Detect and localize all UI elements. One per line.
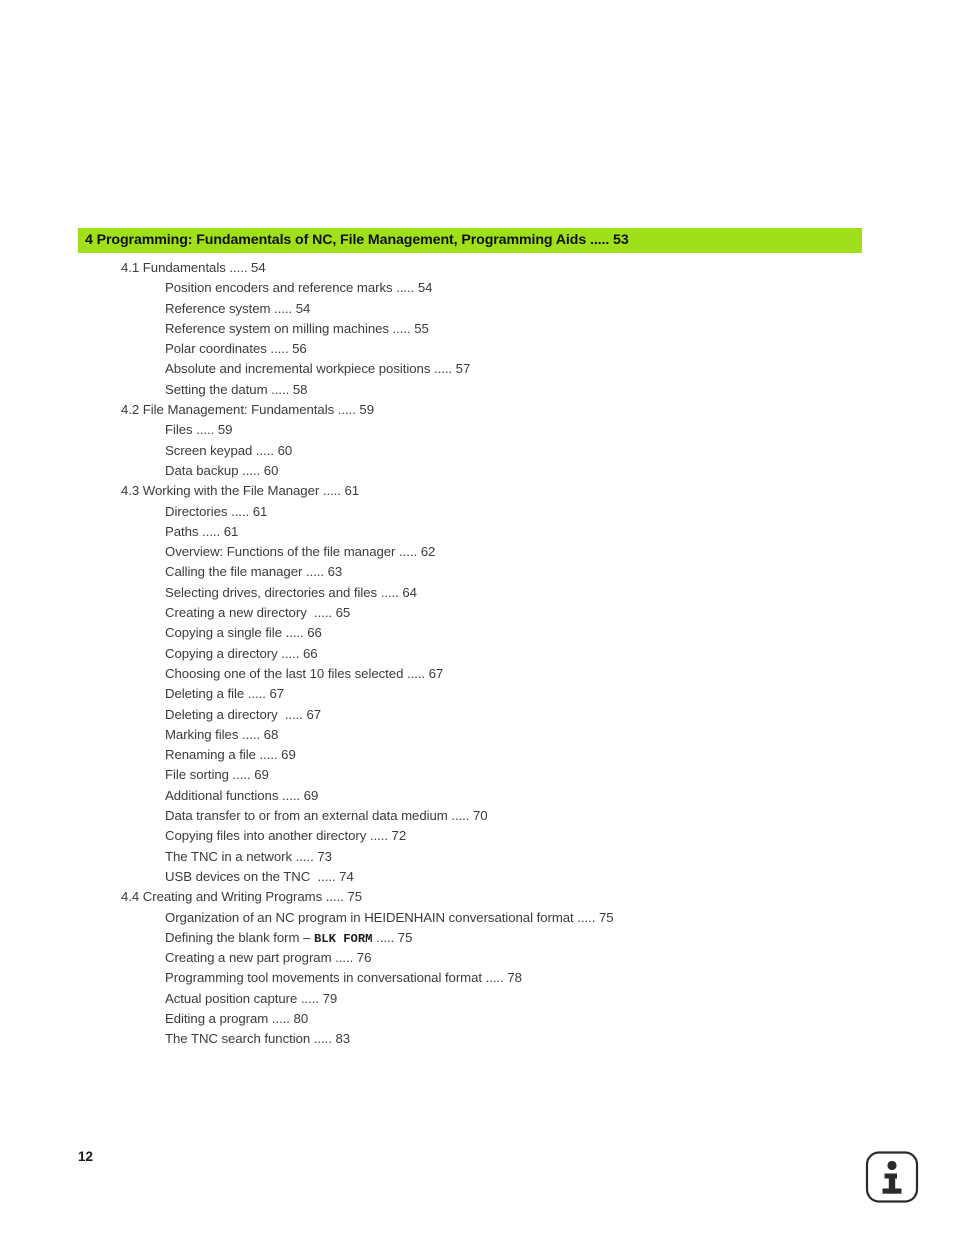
toc-entry-label: 4.3 Working with the File Manager ..... … bbox=[121, 483, 360, 499]
toc-entry-label: Position encoders and reference marks ..… bbox=[165, 280, 433, 296]
toc-subsection-entry[interactable]: Deleting a file ..... 67 bbox=[0, 684, 954, 704]
toc-subsection-entry[interactable]: Reference system on milling machines ...… bbox=[0, 319, 954, 339]
toc-subsection-entry[interactable]: Deleting a directory ..... 67 bbox=[0, 705, 954, 725]
toc-entry-label: USB devices on the TNC ..... 74 bbox=[165, 868, 354, 884]
toc-entry-label: 4.4 Creating and Writing Programs ..... … bbox=[121, 889, 363, 905]
toc-subsection-entry[interactable]: Setting the datum ..... 58 bbox=[0, 380, 954, 400]
toc-subsection-entry[interactable]: Paths ..... 61 bbox=[0, 522, 954, 542]
toc-section-entry[interactable]: 4.4 Creating and Writing Programs ..... … bbox=[0, 887, 954, 907]
toc-entry-label: Actual position capture ..... 79 bbox=[165, 990, 338, 1006]
toc-entry-label: Editing a program ..... 80 bbox=[165, 1010, 309, 1026]
table-of-contents: 4.1 Fundamentals ..... 54 Position encode… bbox=[0, 258, 954, 1050]
toc-entry-label: Selecting drives, directories and files … bbox=[165, 584, 417, 600]
chapter-heading-band: 4 Programming: Fundamentals of NC, File … bbox=[78, 228, 862, 253]
toc-subsection-entry[interactable]: Additional functions ..... 69 bbox=[0, 786, 954, 806]
toc-subsection-entry[interactable]: Selecting drives, directories and files … bbox=[0, 583, 954, 603]
toc-entry-label: Data transfer to or from an external dat… bbox=[165, 808, 488, 824]
toc-entry-label: Deleting a file ..... 67 bbox=[165, 686, 285, 702]
chapter-heading-title: 4 Programming: Fundamentals of NC, File … bbox=[85, 232, 629, 249]
toc-subsection-entry[interactable]: Editing a program ..... 80 bbox=[0, 1009, 954, 1029]
toc-subsection-entry[interactable]: Choosing one of the last 10 files select… bbox=[0, 664, 954, 684]
toc-entry-label: Directories ..... 61 bbox=[165, 503, 268, 519]
toc-entry-label: Copying a single file ..... 66 bbox=[165, 625, 322, 641]
toc-entry-label: Polar coordinates ..... 56 bbox=[165, 341, 307, 357]
toc-subsection-entry[interactable]: Programming tool movements in conversati… bbox=[0, 968, 954, 988]
toc-entry-label: Files ..... 59 bbox=[165, 422, 233, 438]
toc-subsection-entry[interactable]: Directories ..... 61 bbox=[0, 502, 954, 522]
toc-entry-label: 4.2 File Management: Fundamentals ..... … bbox=[121, 402, 374, 418]
toc-entry-label: Reference system ..... 54 bbox=[165, 300, 311, 316]
toc-section-entry[interactable]: 4.3 Working with the File Manager ..... … bbox=[0, 481, 954, 501]
information-icon bbox=[864, 1150, 920, 1205]
toc-entry-label: Creating a new part program ..... 76 bbox=[165, 950, 372, 966]
page-number: 12 bbox=[78, 1149, 94, 1164]
toc-entry-label: Renaming a file ..... 69 bbox=[165, 747, 296, 763]
toc-entry-label: Screen keypad ..... 60 bbox=[165, 442, 293, 458]
toc-subsection-entry[interactable]: Renaming a file ..... 69 bbox=[0, 745, 954, 765]
toc-entry-label: Calling the file manager ..... 63 bbox=[165, 564, 343, 580]
toc-subsection-entry[interactable]: Position encoders and reference marks ..… bbox=[0, 278, 954, 298]
toc-subsection-entry[interactable]: Data backup ..... 60 bbox=[0, 461, 954, 481]
toc-entry-label: Creating a new directory ..... 65 bbox=[165, 605, 351, 621]
toc-subsection-entry[interactable]: Copying a single file ..... 66 bbox=[0, 623, 954, 643]
toc-subsection-entry[interactable]: Absolute and incremental workpiece posit… bbox=[0, 359, 954, 379]
toc-entry-label: The TNC in a network ..... 73 bbox=[165, 848, 332, 864]
toc-entry-label: Deleting a directory ..... 67 bbox=[165, 706, 322, 722]
toc-subsection-entry[interactable]: Copying files into another directory ...… bbox=[0, 826, 954, 846]
toc-subsection-entry[interactable]: Data transfer to or from an external dat… bbox=[0, 806, 954, 826]
toc-entry-code-token: BLK FORM bbox=[313, 931, 373, 946]
toc-section-entry[interactable]: 4.1 Fundamentals ..... 54 bbox=[0, 258, 954, 278]
toc-subsection-entry[interactable]: Marking files ..... 68 bbox=[0, 725, 954, 745]
toc-entry-page-ref: ..... 75 bbox=[372, 929, 413, 945]
toc-subsection-entry[interactable]: The TNC search function ..... 83 bbox=[0, 1029, 954, 1049]
toc-subsection-entry[interactable]: File sorting ..... 69 bbox=[0, 765, 954, 785]
toc-section-entry[interactable]: 4.2 File Management: Fundamentals ..... … bbox=[0, 400, 954, 420]
toc-entry-label: Data backup ..... 60 bbox=[165, 462, 279, 478]
toc-subsection-entry[interactable]: Creating a new part program ..... 76 bbox=[0, 948, 954, 968]
toc-entry-label: 4.1 Fundamentals ..... 54 bbox=[121, 260, 266, 275]
toc-entry-label: Defining the blank form – bbox=[165, 929, 314, 945]
toc-subsection-entry[interactable]: The TNC in a network ..... 73 bbox=[0, 847, 954, 867]
toc-subsection-entry[interactable]: Creating a new directory ..... 65 bbox=[0, 603, 954, 623]
toc-subsection-entry[interactable]: Organization of an NC program in HEIDENH… bbox=[0, 908, 954, 928]
toc-subsection-entry[interactable]: Calling the file manager ..... 63 bbox=[0, 562, 954, 582]
page-canvas: 4 Programming: Fundamentals of NC, File … bbox=[0, 0, 954, 1235]
toc-entry-label: The TNC search function ..... 83 bbox=[165, 1031, 351, 1047]
toc-subsection-entry[interactable]: Screen keypad ..... 60 bbox=[0, 441, 954, 461]
toc-entry-label: Paths ..... 61 bbox=[165, 523, 239, 539]
toc-entry-label: Programming tool movements in conversati… bbox=[165, 970, 522, 986]
toc-subsection-entry[interactable]: Overview: Functions of the file manager … bbox=[0, 542, 954, 562]
toc-entry-label: File sorting ..... 69 bbox=[165, 767, 269, 783]
toc-entry-label: Choosing one of the last 10 files select… bbox=[165, 665, 444, 681]
toc-entry-label: Absolute and incremental workpiece posit… bbox=[165, 361, 471, 377]
toc-entry-label: Organization of an NC program in HEIDENH… bbox=[165, 909, 614, 925]
toc-entry-label: Copying a directory ..... 66 bbox=[165, 645, 318, 661]
toc-subsection-entry[interactable]: USB devices on the TNC ..... 74 bbox=[0, 867, 954, 887]
toc-entry-label: Copying files into another directory ...… bbox=[165, 828, 407, 844]
toc-entry-label: Marking files ..... 68 bbox=[165, 726, 279, 742]
toc-subsection-entry[interactable]: Files ..... 59 bbox=[0, 420, 954, 440]
toc-entry-label: Reference system on milling machines ...… bbox=[165, 320, 429, 336]
toc-subsection-entry[interactable]: Actual position capture ..... 79 bbox=[0, 989, 954, 1009]
toc-subsection-entry[interactable]: Reference system ..... 54 bbox=[0, 299, 954, 319]
toc-entry-label: Overview: Functions of the file manager … bbox=[165, 544, 436, 560]
toc-subsection-entry[interactable]: Defining the blank form – BLK FORM .....… bbox=[0, 928, 954, 948]
toc-entry-label: Additional functions ..... 69 bbox=[165, 787, 319, 803]
toc-subsection-entry[interactable]: Polar coordinates ..... 56 bbox=[0, 339, 954, 359]
toc-entry-label: Setting the datum ..... 58 bbox=[165, 381, 308, 397]
toc-subsection-entry[interactable]: Copying a directory ..... 66 bbox=[0, 644, 954, 664]
